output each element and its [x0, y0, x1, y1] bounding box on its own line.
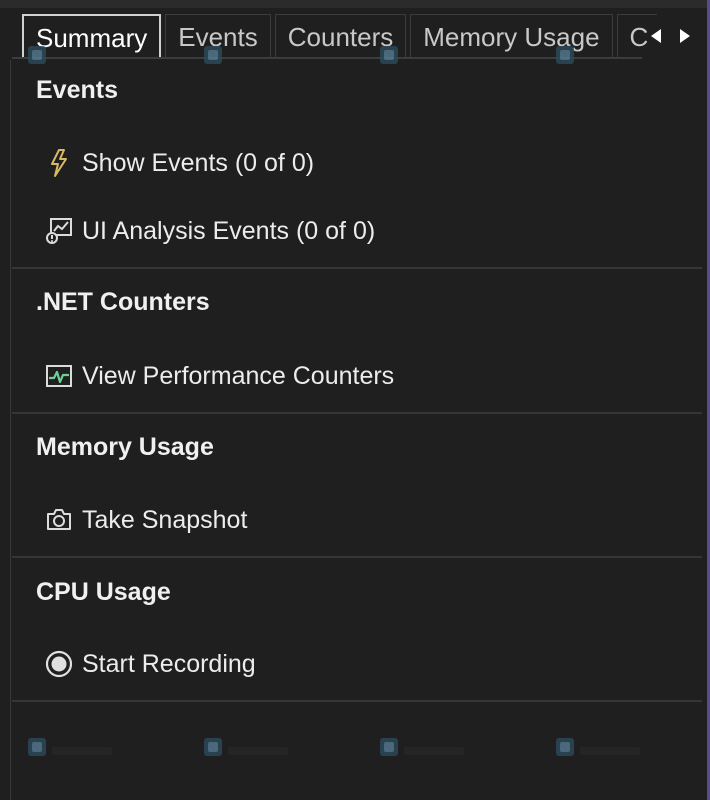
watermark-icon — [204, 46, 222, 64]
lightning-icon — [44, 148, 74, 178]
watermark-icon — [556, 46, 574, 64]
record-icon — [44, 649, 74, 679]
watermark-text — [580, 747, 640, 755]
watermark-icon — [28, 46, 46, 64]
diagnostic-tools-panel: Summary Events Counters Memory Usage C E… — [0, 0, 710, 800]
top-strip — [0, 0, 707, 8]
triangle-right-icon — [680, 29, 690, 43]
triangle-left-icon — [651, 29, 661, 43]
ui-analysis-events-label: UI Analysis Events (0 of 0) — [82, 216, 376, 245]
watermark-icon — [556, 738, 574, 756]
section-divider — [12, 412, 702, 414]
tab-underline — [12, 57, 642, 59]
watermark-text — [52, 747, 112, 755]
ui-analysis-icon — [44, 216, 74, 246]
section-header-net-counters: .NET Counters — [36, 288, 210, 316]
watermark-icon — [380, 738, 398, 756]
start-recording-label: Start Recording — [82, 649, 256, 678]
tab-memory-usage[interactable]: Memory Usage — [410, 14, 613, 58]
show-events-link[interactable]: Show Events (0 of 0) — [44, 143, 314, 183]
show-events-label: Show Events (0 of 0) — [82, 148, 315, 177]
watermark-icon — [204, 738, 222, 756]
view-performance-counters-link[interactable]: View Performance Counters — [44, 356, 394, 396]
watermark-text — [228, 747, 288, 755]
take-snapshot-label: Take Snapshot — [82, 505, 248, 534]
tab-scroll-left-button[interactable] — [643, 22, 669, 50]
watermark-icon — [28, 738, 46, 756]
panel-left-edge — [10, 60, 11, 800]
section-divider — [12, 700, 702, 702]
section-divider — [12, 556, 702, 558]
section-header-memory-usage: Memory Usage — [36, 433, 214, 461]
section-divider — [12, 267, 702, 269]
section-header-cpu-usage: CPU Usage — [36, 578, 171, 606]
performance-chart-icon — [44, 361, 74, 391]
section-header-events: Events — [36, 76, 118, 104]
camera-icon — [44, 505, 74, 535]
view-performance-counters-label: View Performance Counters — [82, 361, 395, 390]
ui-analysis-events-link[interactable]: UI Analysis Events (0 of 0) — [44, 211, 375, 251]
tab-scroll-right-button[interactable] — [672, 22, 698, 50]
start-recording-button[interactable]: Start Recording — [44, 644, 256, 684]
watermark-icon — [380, 46, 398, 64]
take-snapshot-link[interactable]: Take Snapshot — [44, 500, 247, 540]
watermark-text — [404, 747, 464, 755]
